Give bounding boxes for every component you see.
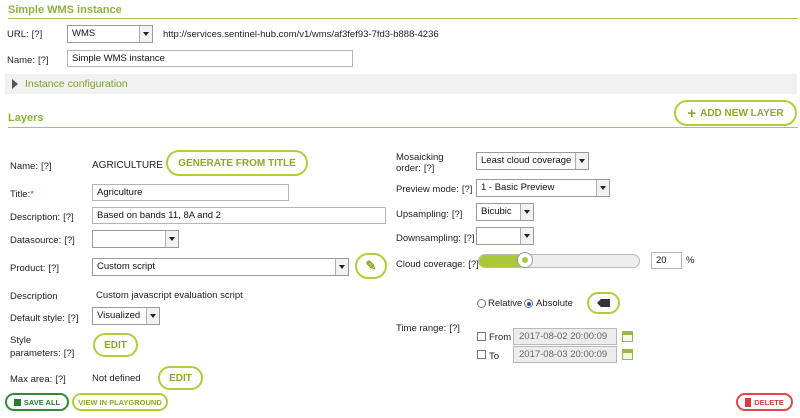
layer-name-value: AGRICULTURE <box>92 160 163 171</box>
triangle-right-icon <box>12 79 18 89</box>
cloud-coverage-input[interactable] <box>651 252 682 269</box>
max-area-edit-button[interactable]: EDIT <box>158 366 203 390</box>
url-help[interactable]: [?] <box>32 29 43 40</box>
upsampling-select[interactable]: Bicubic <box>476 203 534 221</box>
absolute-label: Absolute <box>536 298 573 309</box>
mosaicking-label: Mosaicking order: [?] <box>396 152 444 174</box>
layer-title-label: Title:* <box>10 189 34 200</box>
clear-time-range-button[interactable] <box>587 292 620 314</box>
header-divider <box>8 18 798 19</box>
calendar-icon[interactable] <box>622 331 633 342</box>
chevron-down-icon <box>520 204 533 220</box>
default-style-label: Default style: [?] <box>10 313 79 324</box>
cloud-coverage-unit: % <box>686 255 695 266</box>
description-input[interactable] <box>92 207 386 224</box>
relative-label: Relative <box>488 298 523 309</box>
from-label: From <box>489 332 512 343</box>
preview-mode-select[interactable]: 1 - Basic Preview <box>476 179 610 197</box>
url-type-select[interactable]: WMS <box>67 25 153 43</box>
style-params-label: Style parameters: [?] <box>10 335 75 359</box>
layer-name-label: Name: [?] <box>10 161 52 172</box>
product-label: Product: [?] <box>10 263 59 274</box>
instance-config-toggle[interactable]: Instance configuration <box>5 74 797 94</box>
product-select[interactable]: Custom script <box>92 258 349 276</box>
cloud-coverage-label: Cloud coverage: [?] <box>396 259 479 270</box>
absolute-radio[interactable] <box>524 299 533 308</box>
generate-from-title-button[interactable]: GENERATE FROM TITLE <box>166 150 308 176</box>
chevron-down-icon <box>146 308 159 324</box>
relative-radio[interactable] <box>477 299 486 308</box>
save-all-button[interactable]: SAVE ALL <box>5 393 69 411</box>
time-range-label: Time range: [?] <box>396 323 460 334</box>
chevron-down-icon <box>575 153 588 169</box>
layers-title: Layers <box>8 112 44 124</box>
datasource-label: Datasource: [?] <box>10 235 75 246</box>
product-description-value: Custom javascript evaluation script <box>96 290 243 301</box>
max-area-value: Not defined <box>92 373 141 384</box>
pencil-icon: ✎ <box>365 258 377 273</box>
chevron-down-icon <box>139 26 152 42</box>
name-input[interactable] <box>67 50 353 67</box>
chevron-down-icon <box>335 259 348 275</box>
upsampling-label: Upsampling: [?] <box>396 209 463 220</box>
max-area-label: Max area: [?] <box>10 374 66 385</box>
preview-mode-label: Preview mode: [?] <box>396 184 473 195</box>
mosaicking-select[interactable]: Least cloud coverage <box>476 152 589 170</box>
layer-title-input[interactable] <box>92 184 289 201</box>
from-date-input[interactable]: 2017-08-02 20:00:09 <box>513 328 617 345</box>
product-description-label: Description <box>10 291 58 302</box>
datasource-select[interactable] <box>92 230 179 248</box>
from-checkbox[interactable] <box>477 332 486 341</box>
add-new-layer-button[interactable]: + ADD NEW LAYER <box>674 100 797 126</box>
backspace-icon <box>597 299 610 307</box>
chevron-down-icon <box>165 231 178 247</box>
name-help[interactable]: [?] <box>38 55 49 66</box>
view-in-playground-button[interactable]: VIEW IN PLAYGROUND <box>72 393 168 411</box>
chevron-down-icon <box>520 228 533 244</box>
name-label: Name: [?] <box>7 55 49 66</box>
instance-config-label: Instance configuration <box>25 78 128 90</box>
trash-icon <box>745 397 752 407</box>
to-date-input[interactable]: 2017-08-03 20:00:09 <box>513 346 617 363</box>
layers-divider <box>8 127 798 128</box>
edit-script-button[interactable]: ✎ <box>355 253 387 279</box>
downsampling-label: Downsampling: [?] <box>396 233 475 244</box>
default-style-select[interactable]: Visualized <box>92 307 160 325</box>
chevron-down-icon <box>596 180 609 196</box>
delete-button[interactable]: DELETE <box>736 393 793 411</box>
url-label: URL: [?] <box>7 29 43 40</box>
to-label: To <box>489 351 500 362</box>
downsampling-select[interactable] <box>476 227 534 245</box>
save-icon <box>13 398 21 406</box>
style-params-edit-button[interactable]: EDIT <box>93 333 138 357</box>
description-label: Description: [?] <box>10 212 74 223</box>
to-checkbox[interactable] <box>477 350 486 359</box>
plus-icon: + <box>687 104 697 122</box>
calendar-icon[interactable] <box>622 349 633 360</box>
page-title: Simple WMS instance <box>8 4 122 16</box>
cloud-coverage-slider[interactable] <box>478 252 640 268</box>
url-value: http://services.sentinel-hub.com/v1/wms/… <box>163 29 439 40</box>
slider-handle[interactable] <box>517 252 533 268</box>
